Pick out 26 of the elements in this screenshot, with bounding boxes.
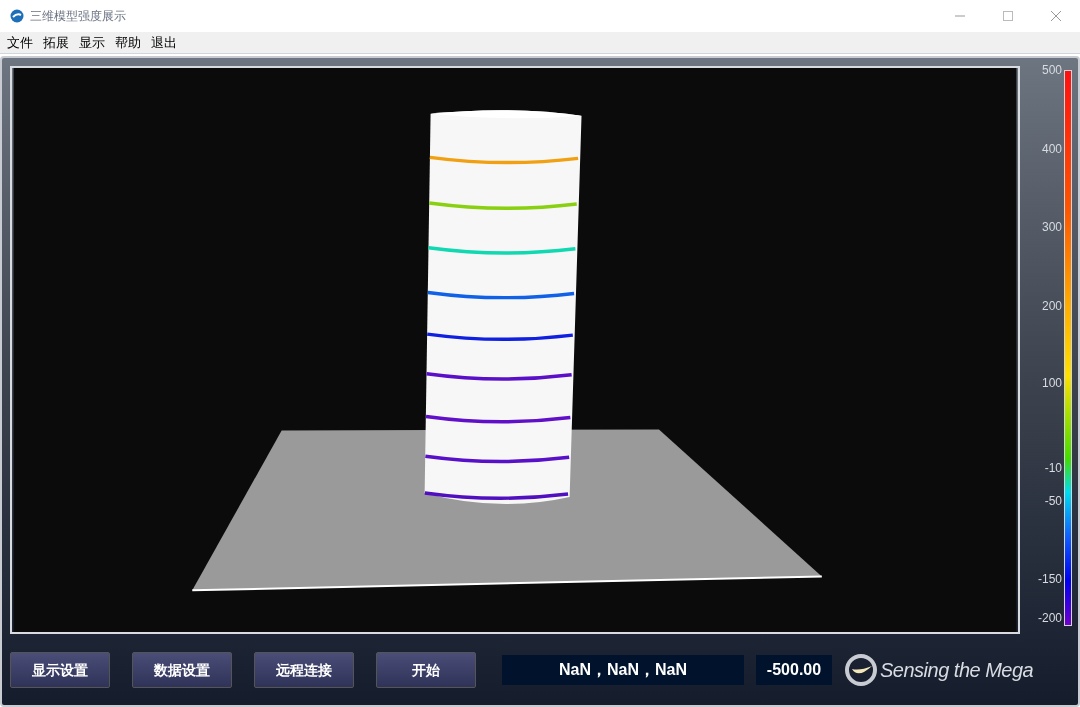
app-logo-icon <box>10 9 24 23</box>
company-logo-icon <box>844 653 878 687</box>
scale-tick-label: -200 <box>1037 611 1062 625</box>
menu-item[interactable]: 文件 <box>2 32 38 53</box>
menu-item[interactable]: 帮助 <box>110 32 146 53</box>
scale-tick-label: 300 <box>1041 220 1062 235</box>
company-slogan: Sensing the Mega <box>880 658 1034 683</box>
toolbar-button[interactable]: 开始 <box>376 652 476 688</box>
menu-item[interactable]: 拓展 <box>38 32 74 53</box>
value-display: -500.00 <box>756 655 832 685</box>
toolbar-button[interactable]: 数据设置 <box>132 652 232 688</box>
scale-tick-label: 100 <box>1041 376 1062 391</box>
close-icon <box>1051 11 1061 21</box>
menu-item[interactable]: 显示 <box>74 32 110 53</box>
coordinates-display: NaN，NaN，NaN <box>502 655 744 685</box>
toolbar-button[interactable]: 远程连接 <box>254 652 354 688</box>
menu-item[interactable]: 退出 <box>146 32 182 53</box>
scale-tick-label: 500 <box>1041 63 1062 77</box>
scale-tick-label: 200 <box>1041 298 1062 313</box>
window-title: 三维模型强度展示 <box>30 8 126 25</box>
scale-tick-label: -10 <box>1044 461 1062 476</box>
scale-tick-label: -50 <box>1044 493 1062 508</box>
maximize-icon <box>1003 11 1013 21</box>
toolbar-button[interactable]: 显示设置 <box>10 652 110 688</box>
scale-tick-label: 400 <box>1041 141 1062 156</box>
scale-tick-label: -150 <box>1037 572 1062 587</box>
